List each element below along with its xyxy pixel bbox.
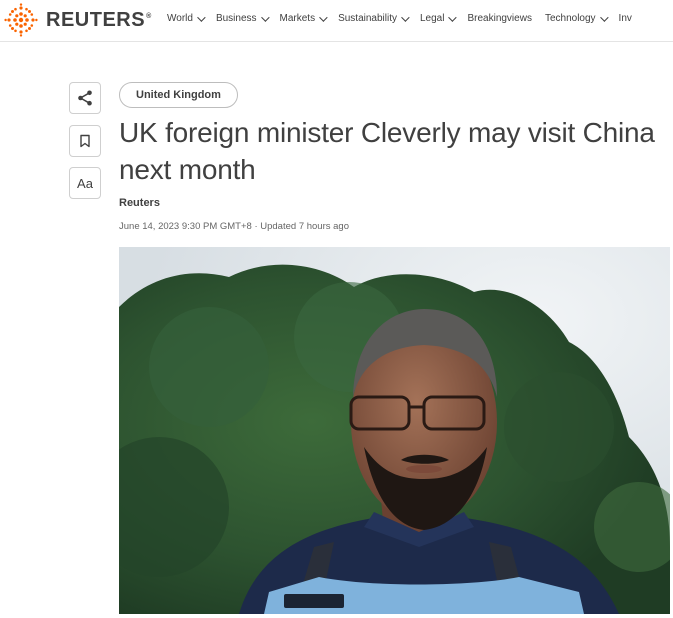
bookmark-button[interactable] bbox=[69, 125, 101, 157]
chevron-down-icon bbox=[448, 12, 458, 22]
photo-illustration bbox=[119, 247, 670, 614]
nav-item-markets[interactable]: Markets bbox=[280, 12, 328, 24]
article-byline[interactable]: Reuters bbox=[119, 197, 160, 209]
section-tag[interactable]: United Kingdom bbox=[119, 82, 238, 108]
nav-item-technology[interactable]: Technology bbox=[545, 12, 609, 24]
share-button[interactable] bbox=[69, 82, 101, 114]
bookmark-icon bbox=[80, 134, 90, 148]
nav-item-legal[interactable]: Legal bbox=[420, 12, 458, 24]
nav-item-world[interactable]: World bbox=[167, 12, 206, 24]
reuters-logo-icon bbox=[4, 3, 38, 37]
article-headline: UK foreign minister Cleverly may visit C… bbox=[119, 117, 655, 185]
top-navigation: REUTERS® World Business Markets Sustaina… bbox=[0, 0, 673, 42]
article-dateline: June 14, 2023 9:30 PM GMT+8 · Updated 7 … bbox=[119, 221, 349, 232]
chevron-down-icon bbox=[599, 12, 609, 22]
text-size-button[interactable]: Aa bbox=[69, 167, 101, 199]
chevron-down-icon bbox=[260, 12, 270, 22]
nav-item-investigations[interactable]: Inv bbox=[619, 13, 632, 24]
nav-item-sustainability[interactable]: Sustainability bbox=[338, 12, 410, 24]
chevron-down-icon bbox=[319, 12, 328, 22]
nav-item-business[interactable]: Business bbox=[216, 12, 270, 24]
share-icon bbox=[78, 90, 92, 106]
nav-item-breakingviews[interactable]: Breakingviews bbox=[467, 13, 531, 24]
chevron-down-icon bbox=[197, 12, 206, 22]
chevron-down-icon bbox=[401, 12, 410, 22]
main-nav: World Business Markets Sustainability Le… bbox=[167, 12, 645, 24]
reuters-logo[interactable]: REUTERS® bbox=[4, 3, 152, 37]
article-photo[interactable] bbox=[119, 247, 670, 614]
brand-name: REUTERS® bbox=[46, 8, 152, 31]
